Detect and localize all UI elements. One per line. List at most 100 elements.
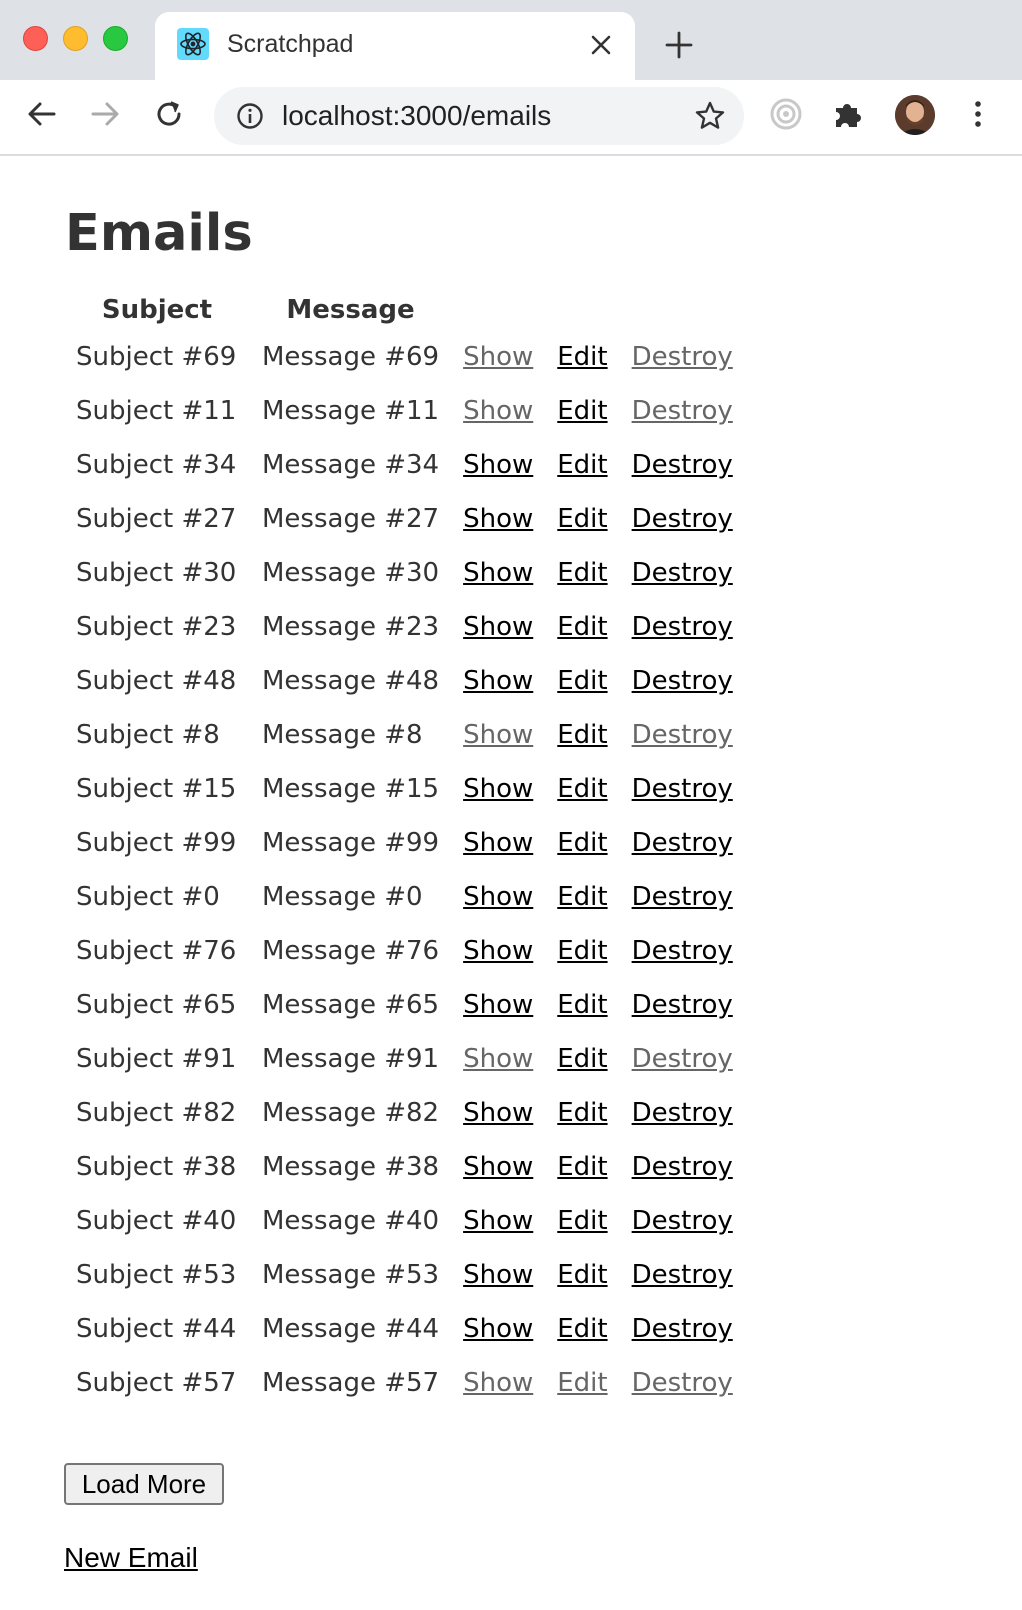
window-close-button[interactable] (23, 26, 48, 51)
edit-link[interactable]: Edit (557, 666, 607, 696)
load-more-button[interactable]: Load More (64, 1463, 224, 1505)
email-message: Message #91 (262, 1044, 440, 1074)
show-link[interactable]: Show (463, 342, 533, 372)
close-icon[interactable] (588, 32, 614, 58)
show-link[interactable]: Show (463, 1044, 533, 1074)
site-info-icon[interactable] (236, 102, 264, 130)
show-cell: Show (451, 816, 545, 870)
show-link[interactable]: Show (463, 1368, 533, 1398)
edit-link[interactable]: Edit (557, 882, 607, 912)
edit-link[interactable]: Edit (557, 990, 607, 1020)
email-subject: Subject #76 (76, 936, 237, 966)
show-link[interactable]: Show (463, 558, 533, 588)
window-maximize-button[interactable] (103, 26, 128, 51)
email-subject: Subject #30 (76, 558, 237, 588)
show-link[interactable]: Show (463, 1098, 533, 1128)
table-row: Subject #23 Message #23 Show Edit Destroy (64, 600, 745, 654)
reload-icon[interactable] (151, 96, 187, 132)
email-message: Message #82 (262, 1098, 440, 1128)
edit-link[interactable]: Edit (557, 1044, 607, 1074)
browser-tab-active[interactable]: Scratchpad (155, 12, 635, 80)
edit-cell: Edit (545, 384, 619, 438)
forward-arrow-icon[interactable] (87, 96, 123, 132)
extension-target-icon[interactable] (768, 96, 804, 132)
show-link[interactable]: Show (463, 1314, 533, 1344)
destroy-link[interactable]: Destroy (632, 612, 733, 642)
show-link[interactable]: Show (463, 612, 533, 642)
destroy-link[interactable]: Destroy (632, 1152, 733, 1182)
new-email-link[interactable]: New Email (64, 1542, 198, 1574)
show-cell: Show (451, 546, 545, 600)
destroy-link[interactable]: Destroy (632, 774, 733, 804)
edit-link[interactable]: Edit (557, 504, 607, 534)
show-link[interactable]: Show (463, 882, 533, 912)
edit-cell: Edit (545, 978, 619, 1032)
back-arrow-icon[interactable] (24, 96, 60, 132)
show-cell: Show (451, 1086, 545, 1140)
edit-link[interactable]: Edit (557, 774, 607, 804)
edit-cell: Edit (545, 1140, 619, 1194)
destroy-cell: Destroy (620, 600, 745, 654)
destroy-link[interactable]: Destroy (632, 1260, 733, 1290)
destroy-link[interactable]: Destroy (632, 1206, 733, 1236)
edit-link[interactable]: Edit (557, 1152, 607, 1182)
destroy-link[interactable]: Destroy (632, 342, 733, 372)
show-link[interactable]: Show (463, 1152, 533, 1182)
edit-link[interactable]: Edit (557, 1314, 607, 1344)
new-tab-plus-icon[interactable] (665, 31, 693, 59)
destroy-cell: Destroy (620, 330, 745, 384)
destroy-link[interactable]: Destroy (632, 1098, 733, 1128)
email-subject: Subject #8 (76, 720, 220, 750)
email-subject: Subject #99 (76, 828, 237, 858)
destroy-link[interactable]: Destroy (632, 666, 733, 696)
destroy-link[interactable]: Destroy (632, 1368, 733, 1398)
show-link[interactable]: Show (463, 504, 533, 534)
profile-avatar[interactable] (895, 95, 935, 135)
destroy-link[interactable]: Destroy (632, 558, 733, 588)
destroy-cell: Destroy (620, 1356, 745, 1410)
destroy-link[interactable]: Destroy (632, 396, 733, 426)
destroy-link[interactable]: Destroy (632, 504, 733, 534)
edit-link[interactable]: Edit (557, 828, 607, 858)
edit-link[interactable]: Edit (557, 1260, 607, 1290)
destroy-link[interactable]: Destroy (632, 450, 733, 480)
edit-link[interactable]: Edit (557, 1098, 607, 1128)
destroy-link[interactable]: Destroy (632, 882, 733, 912)
destroy-link[interactable]: Destroy (632, 1044, 733, 1074)
show-link[interactable]: Show (463, 774, 533, 804)
more-menu-icon[interactable] (960, 96, 996, 132)
destroy-link[interactable]: Destroy (632, 990, 733, 1020)
show-link[interactable]: Show (463, 450, 533, 480)
edit-link[interactable]: Edit (557, 720, 607, 750)
show-link[interactable]: Show (463, 720, 533, 750)
show-link[interactable]: Show (463, 1206, 533, 1236)
edit-link[interactable]: Edit (557, 450, 607, 480)
edit-link[interactable]: Edit (557, 936, 607, 966)
window-minimize-button[interactable] (63, 26, 88, 51)
edit-link[interactable]: Edit (557, 396, 607, 426)
edit-link[interactable]: Edit (557, 342, 607, 372)
show-link[interactable]: Show (463, 990, 533, 1020)
show-cell: Show (451, 1032, 545, 1086)
edit-link[interactable]: Edit (557, 558, 607, 588)
address-bar[interactable]: localhost:3000/emails (214, 87, 744, 145)
extensions-puzzle-icon[interactable] (830, 96, 866, 132)
destroy-link[interactable]: Destroy (632, 936, 733, 966)
show-link[interactable]: Show (463, 936, 533, 966)
bookmark-star-icon[interactable] (694, 100, 726, 132)
edit-link[interactable]: Edit (557, 1206, 607, 1236)
destroy-link[interactable]: Destroy (632, 828, 733, 858)
edit-link[interactable]: Edit (557, 1368, 607, 1398)
email-message: Message #76 (262, 936, 440, 966)
table-row: Subject #11 Message #11 Show Edit Destroy (64, 384, 745, 438)
edit-cell: Edit (545, 1248, 619, 1302)
show-link[interactable]: Show (463, 666, 533, 696)
table-row: Subject #0 Message #0 Show Edit Destroy (64, 870, 745, 924)
table-row: Subject #27 Message #27 Show Edit Destroy (64, 492, 745, 546)
show-link[interactable]: Show (463, 1260, 533, 1290)
destroy-link[interactable]: Destroy (632, 1314, 733, 1344)
destroy-link[interactable]: Destroy (632, 720, 733, 750)
show-link[interactable]: Show (463, 396, 533, 426)
edit-link[interactable]: Edit (557, 612, 607, 642)
show-link[interactable]: Show (463, 828, 533, 858)
